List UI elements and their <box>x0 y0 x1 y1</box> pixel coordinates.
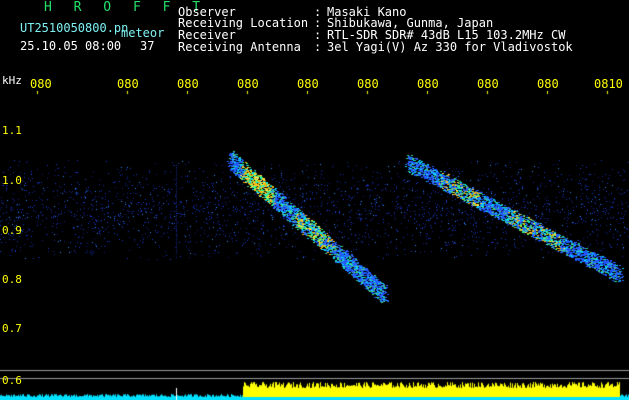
time-tick-label: 0810 <box>594 77 623 91</box>
time-tick-label: 080 <box>177 77 199 91</box>
freq-tick-label: 0.9 <box>2 224 22 237</box>
time-tick-label: 080 <box>30 77 52 91</box>
time-tick-label: 080 <box>417 77 439 91</box>
freq-unit-label: kHz <box>2 74 22 87</box>
file-name: UT2510050800.pn <box>20 21 129 35</box>
freq-tick-label: 1.0 <box>2 174 22 187</box>
event-tag: meteor <box>121 26 165 40</box>
date-time: 25.10.05 08:00 <box>20 39 122 53</box>
time-tick-label: 080 <box>477 77 499 91</box>
time-tick-label: 080 <box>117 77 139 91</box>
freq-tick-label: 0.6 <box>2 374 22 387</box>
time-tick-label: 080 <box>357 77 379 91</box>
freq-tick-label: 1.1 <box>2 124 22 137</box>
freq-tick-label: 0.8 <box>2 273 22 286</box>
time-tick-label: 080 <box>537 77 559 91</box>
time-tick-label: 080 <box>297 77 319 91</box>
field-value-antenna: 3el Yagi(V) Az 330 for Vladivostok <box>327 40 573 54</box>
event-count: 37 <box>140 39 155 53</box>
freq-tick-label: 0.7 <box>2 322 22 335</box>
spectrogram-canvas <box>0 0 629 400</box>
field-sep-4: : <box>314 40 322 54</box>
field-key-antenna: Receiving Antenna <box>178 40 301 54</box>
time-tick-label: 080 <box>237 77 259 91</box>
